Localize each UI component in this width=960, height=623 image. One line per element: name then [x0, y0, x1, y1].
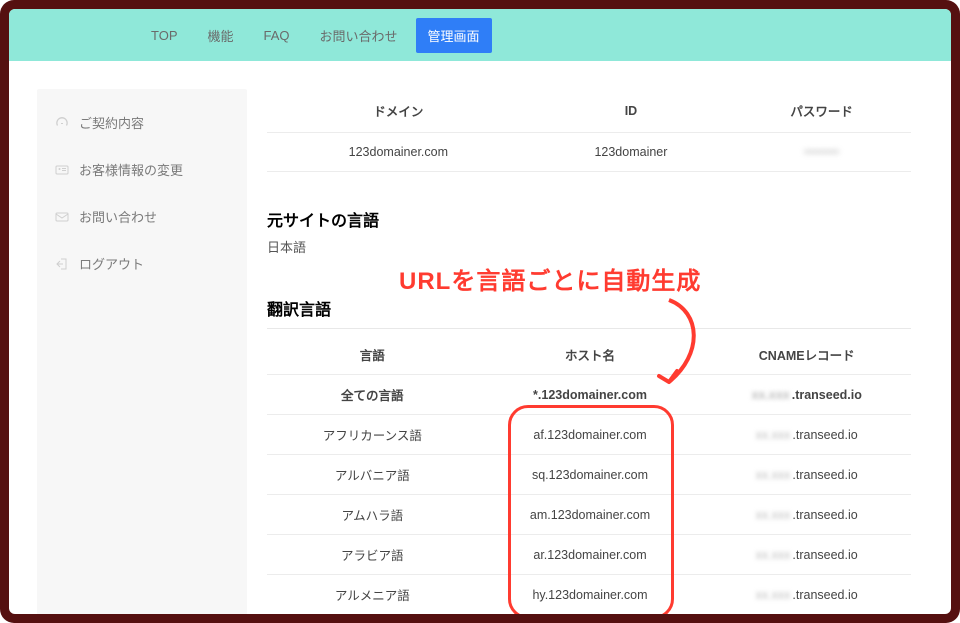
nav-features[interactable]: 機能	[196, 18, 246, 53]
th-host: ホスト名	[478, 335, 703, 375]
sidebar-item-label: お客様情報の変更	[79, 160, 183, 179]
id-card-icon	[55, 163, 69, 177]
th-cname: CNAMEレコード	[702, 335, 911, 375]
translation-table: 言語 ホスト名 CNAMEレコード 全ての言語*.123domainer.com…	[267, 335, 911, 614]
cell-host: af.123domainer.com	[478, 415, 703, 455]
th-domain: ドメイン	[267, 89, 530, 133]
cell-password: ••••••••	[732, 133, 911, 172]
sidebar-item-label: ログアウト	[79, 254, 144, 273]
table-row: アルバニア語sq.123domainer.comxx.xxx.transeed.…	[267, 455, 911, 495]
table-row: 全ての言語*.123domainer.comxx.xxx.transeed.io	[267, 375, 911, 415]
source-language-title: 元サイトの言語	[267, 207, 911, 231]
cell-host: sq.123domainer.com	[478, 455, 703, 495]
annotation-label: URLを言語ごとに自動生成	[399, 261, 701, 296]
sidebar-item-contract[interactable]: ご契約内容	[37, 99, 247, 146]
sidebar-item-customer-info[interactable]: お客様情報の変更	[37, 146, 247, 193]
top-navbar: TOP 機能 FAQ お問い合わせ 管理画面	[9, 9, 951, 61]
cell-cname: xx.xxx.transeed.io	[702, 455, 911, 495]
cell-lang: 全ての言語	[267, 375, 478, 415]
table-row: 123domainer.com 123domainer ••••••••	[267, 133, 911, 172]
domain-table: ドメイン ID パスワード 123domainer.com 123domaine…	[267, 89, 911, 172]
cell-host: ar.123domainer.com	[478, 535, 703, 575]
sidebar-item-label: ご契約内容	[79, 113, 144, 132]
cell-lang: アルメニア語	[267, 575, 478, 615]
table-row: アルメニア語hy.123domainer.comxx.xxx.transeed.…	[267, 575, 911, 615]
sidebar-item-label: お問い合わせ	[79, 207, 157, 226]
sidebar-item-contact[interactable]: お問い合わせ	[37, 193, 247, 240]
nav-top[interactable]: TOP	[139, 20, 190, 51]
table-row: アフリカーンス語af.123domainer.comxx.xxx.transee…	[267, 415, 911, 455]
cell-id: 123domainer	[530, 133, 733, 172]
logout-icon	[55, 257, 69, 271]
nav-faq[interactable]: FAQ	[252, 20, 302, 51]
cell-lang: アルバニア語	[267, 455, 478, 495]
cell-lang: アフリカーンス語	[267, 415, 478, 455]
th-id: ID	[530, 89, 733, 133]
th-password: パスワード	[732, 89, 911, 133]
translation-languages-title: 翻訳言語	[267, 296, 911, 329]
cell-domain: 123domainer.com	[267, 133, 530, 172]
table-row: アラビア語ar.123domainer.comxx.xxx.transeed.i…	[267, 535, 911, 575]
nav-admin-button[interactable]: 管理画面	[416, 18, 492, 53]
table-row: アムハラ語am.123domainer.comxx.xxx.transeed.i…	[267, 495, 911, 535]
cell-host: hy.123domainer.com	[478, 575, 703, 615]
cell-cname: xx.xxx.transeed.io	[702, 575, 911, 615]
cell-cname: xx.xxx.transeed.io	[702, 495, 911, 535]
cell-cname: xx.xxx.transeed.io	[702, 375, 911, 415]
cell-lang: アラビア語	[267, 535, 478, 575]
cell-cname: xx.xxx.transeed.io	[702, 535, 911, 575]
sidebar: ご契約内容 お客様情報の変更 お問い合わせ	[37, 89, 247, 614]
nav-contact[interactable]: お問い合わせ	[308, 18, 410, 53]
dashboard-icon	[55, 116, 69, 130]
main-panel: ドメイン ID パスワード 123domainer.com 123domaine…	[267, 89, 921, 614]
source-language-value: 日本語	[267, 237, 911, 256]
sidebar-item-logout[interactable]: ログアウト	[37, 240, 247, 287]
cell-lang: アムハラ語	[267, 495, 478, 535]
cell-host: am.123domainer.com	[478, 495, 703, 535]
th-lang: 言語	[267, 335, 478, 375]
cell-host: *.123domainer.com	[478, 375, 703, 415]
mail-icon	[55, 210, 69, 224]
cell-cname: xx.xxx.transeed.io	[702, 415, 911, 455]
